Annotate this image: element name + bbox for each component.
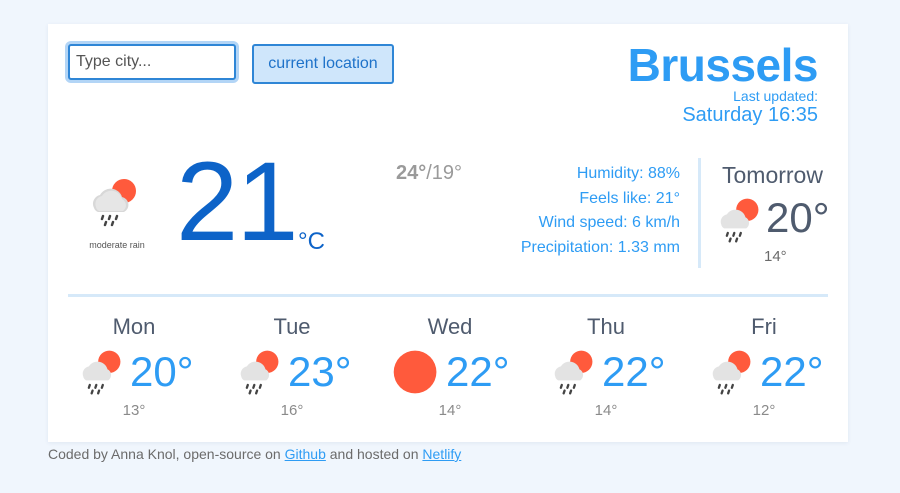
temperature-unit: °C	[298, 228, 325, 255]
netlify-link[interactable]: Netlify	[422, 446, 461, 462]
day-temperature: 22°	[446, 348, 510, 395]
last-updated-time: Saturday 16:35	[682, 104, 818, 126]
sun-icon	[390, 346, 442, 403]
current-location-button[interactable]: current location	[252, 44, 394, 84]
rain-cloud-sun-icon	[712, 194, 768, 250]
city-search-input[interactable]	[68, 44, 236, 80]
feels-like: Feels like: 21°	[579, 189, 680, 207]
forecast-day-thu: Thu 22° 14°	[546, 314, 702, 424]
last-updated-label: Last updated:	[733, 88, 818, 104]
day-temperature: 20°	[130, 348, 194, 395]
day-temperature: 22°	[602, 348, 666, 395]
day-low: 12°	[752, 402, 776, 419]
forecast-day-wed: Wed 22° 14°	[390, 314, 546, 424]
weather-card: current location Brussels Last updated: …	[48, 24, 848, 442]
precipitation: Precipitation: 1.33 mm	[520, 238, 680, 256]
tomorrow-label: Tomorrow	[722, 162, 823, 188]
rain-cloud-sun-icon	[232, 346, 284, 403]
forecast-day-fri: Fri 22° 12°	[704, 314, 844, 424]
humidity: Humidity: 88%	[576, 165, 680, 182]
tomorrow-temperature: 20°	[766, 194, 830, 241]
high-temp: 24°	[396, 162, 427, 184]
high-low: 24°/19°	[396, 162, 462, 185]
weather-description: moderate rain	[89, 240, 145, 250]
forecast-row: Mon 20° 13° Tue 23° 16° Wed 22° 14° Thu	[48, 314, 848, 424]
day-name: Thu	[587, 314, 625, 339]
footer: Coded by Anna Knol, open-source on Githu…	[48, 446, 461, 462]
rain-cloud-sun-icon	[704, 346, 756, 403]
weather-details: Humidity: 88% Feels like: 21° Wind speed…	[521, 162, 680, 260]
day-low: 13°	[122, 402, 146, 419]
day-name: Wed	[427, 314, 473, 339]
day-name: Fri	[751, 314, 777, 339]
footer-middle: and hosted on	[325, 446, 423, 462]
rain-cloud-sun-icon	[74, 346, 126, 403]
horizontal-divider	[68, 294, 828, 297]
day-low: 14°	[594, 402, 618, 419]
vertical-divider	[698, 158, 701, 268]
low-temp: /19°	[426, 162, 463, 184]
rain-cloud-sun-icon	[546, 346, 598, 403]
github-link[interactable]: Github	[285, 446, 326, 462]
rain-cloud-sun-icon	[86, 174, 142, 230]
city-name: Brussels	[627, 39, 819, 91]
day-name: Tue	[273, 314, 311, 339]
forecast-day-tue: Tue 23° 16°	[232, 314, 388, 424]
day-name: Mon	[112, 314, 156, 339]
day-low: 14°	[438, 402, 462, 419]
day-temperature: 23°	[288, 348, 352, 395]
forecast-day-mon: Mon 20° 13°	[74, 314, 230, 424]
day-low: 16°	[280, 402, 304, 419]
wind-speed: Wind speed: 6 km/h	[538, 214, 680, 231]
tomorrow-low: 14°	[764, 248, 787, 265]
day-temperature: 22°	[760, 348, 824, 395]
current-temperature: 21	[176, 139, 299, 264]
footer-prefix: Coded by Anna Knol, open-source on	[48, 446, 285, 462]
